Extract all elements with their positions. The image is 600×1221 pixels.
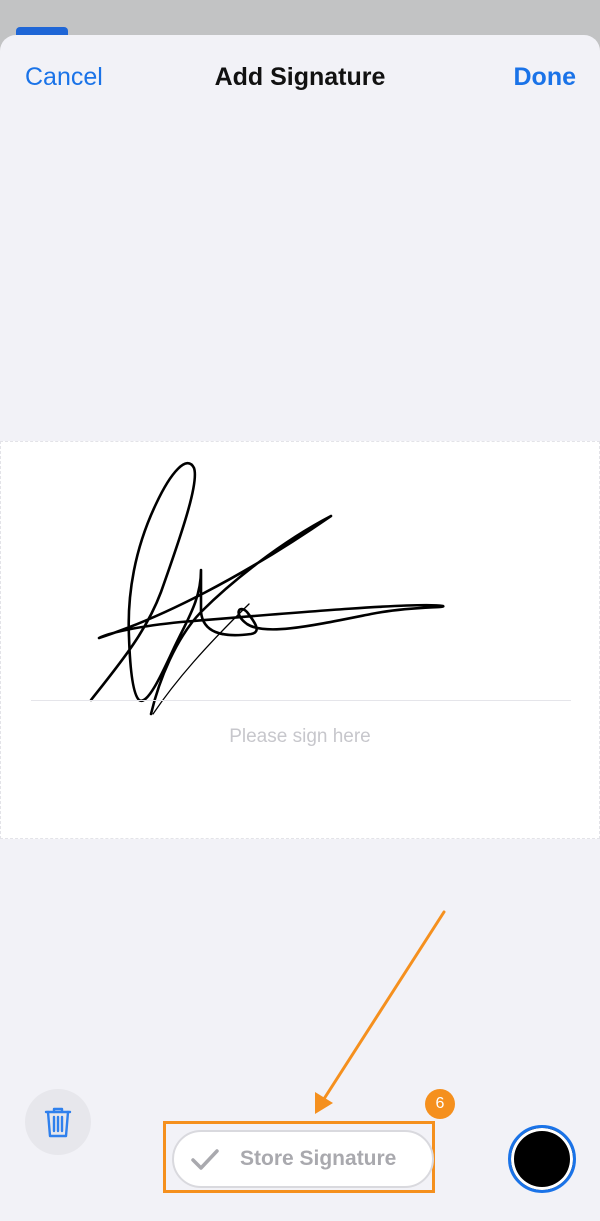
done-button[interactable]: Done bbox=[514, 63, 577, 92]
add-signature-sheet: Cancel Add Signature Done Please sign he… bbox=[0, 35, 600, 1221]
clear-signature-button[interactable] bbox=[25, 1089, 91, 1155]
sign-here-hint: Please sign here bbox=[229, 726, 371, 747]
signature-pad[interactable]: Please sign here bbox=[0, 441, 600, 839]
status-bar-area bbox=[0, 0, 600, 36]
signature-stroke bbox=[89, 461, 445, 716]
signature-baseline bbox=[31, 700, 571, 701]
store-signature-button[interactable]: Store Signature bbox=[172, 1130, 434, 1188]
step-number-badge: 6 bbox=[425, 1089, 455, 1119]
pen-color-picker[interactable] bbox=[508, 1125, 576, 1193]
checkmark-icon bbox=[191, 1149, 219, 1170]
trash-icon bbox=[44, 1107, 72, 1138]
page-title: Add Signature bbox=[214, 63, 386, 91]
store-signature-label: Store Signature bbox=[240, 1147, 397, 1170]
tutorial-highlight: Store Signature bbox=[163, 1121, 435, 1193]
navigation-bar: Cancel Add Signature Done bbox=[0, 35, 600, 123]
